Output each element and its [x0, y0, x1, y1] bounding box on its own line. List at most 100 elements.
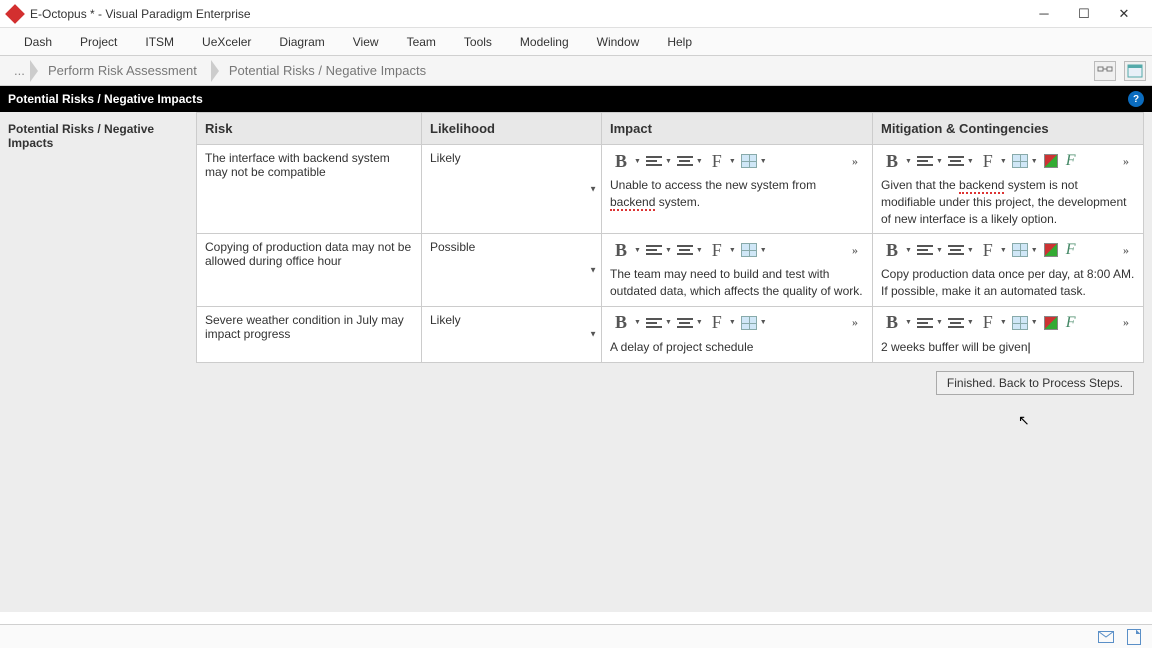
- th-mitigation[interactable]: Mitigation & Contingencies: [873, 113, 1144, 145]
- layout-icon[interactable]: [1124, 61, 1146, 81]
- likelihood-cell[interactable]: Possible▼: [422, 234, 602, 307]
- bold-icon[interactable]: B: [610, 313, 632, 333]
- breadcrumb-item-2[interactable]: Potential Risks / Negative Impacts: [221, 60, 438, 82]
- dropdown-icon[interactable]: ▼: [905, 247, 912, 254]
- align-center-icon[interactable]: [947, 151, 965, 171]
- align-center-icon[interactable]: [676, 151, 694, 171]
- chevron-down-icon[interactable]: ▼: [589, 185, 597, 194]
- mitigation-text[interactable]: Given that the backend system is not mod…: [881, 177, 1135, 227]
- impact-text[interactable]: The team may need to build and test with…: [610, 266, 864, 300]
- risk-cell[interactable]: The interface with backend system may no…: [197, 145, 422, 234]
- dropdown-icon[interactable]: ▼: [1000, 319, 1007, 326]
- align-left-icon[interactable]: [645, 240, 663, 260]
- dropdown-icon[interactable]: ▼: [967, 158, 974, 165]
- align-center-icon[interactable]: [947, 240, 965, 260]
- align-left-icon[interactable]: [645, 313, 663, 333]
- chevron-down-icon[interactable]: ▼: [589, 266, 597, 275]
- help-icon[interactable]: ?: [1128, 91, 1144, 107]
- clear-format-icon[interactable]: F: [1062, 151, 1080, 171]
- dropdown-icon[interactable]: ▼: [936, 158, 943, 165]
- diagram-overview-icon[interactable]: [1094, 61, 1116, 81]
- clear-format-icon[interactable]: F: [1062, 240, 1080, 260]
- menu-dash[interactable]: Dash: [10, 31, 66, 53]
- font-icon[interactable]: F: [978, 313, 998, 333]
- impact-text[interactable]: Unable to access the new system from bac…: [610, 177, 864, 211]
- menu-uexceler[interactable]: UeXceler: [188, 31, 265, 53]
- dropdown-icon[interactable]: ▼: [665, 319, 672, 326]
- mitigation-cell[interactable]: B▼ ▼ ▼ F▼ ▼ F » Given that the backend s…: [873, 145, 1144, 234]
- finished-button[interactable]: Finished. Back to Process Steps.: [936, 371, 1134, 395]
- likelihood-cell[interactable]: Likely▼: [422, 145, 602, 234]
- mitigation-text[interactable]: Copy production data once per day, at 8:…: [881, 266, 1135, 300]
- menu-tools[interactable]: Tools: [450, 31, 506, 53]
- dropdown-icon[interactable]: ▼: [1031, 158, 1038, 165]
- fill-color-icon[interactable]: [1042, 240, 1060, 260]
- window-close-button[interactable]: ✕: [1104, 2, 1144, 26]
- risk-cell[interactable]: Severe weather condition in July may imp…: [197, 306, 422, 362]
- more-icon[interactable]: »: [846, 151, 864, 171]
- dropdown-icon[interactable]: ▼: [936, 247, 943, 254]
- dropdown-icon[interactable]: ▼: [665, 247, 672, 254]
- impact-cell[interactable]: B▼ ▼ ▼ F▼ ▼ » A delay of project schedul…: [602, 306, 873, 362]
- th-impact[interactable]: Impact: [602, 113, 873, 145]
- dropdown-icon[interactable]: ▼: [696, 319, 703, 326]
- window-minimize-button[interactable]: ─: [1024, 2, 1064, 26]
- font-icon[interactable]: F: [707, 240, 727, 260]
- risk-cell[interactable]: Copying of production data may not be al…: [197, 234, 422, 307]
- font-icon[interactable]: F: [707, 151, 727, 171]
- dropdown-icon[interactable]: ▼: [967, 319, 974, 326]
- dropdown-icon[interactable]: ▼: [1031, 319, 1038, 326]
- dropdown-icon[interactable]: ▼: [760, 158, 767, 165]
- menu-project[interactable]: Project: [66, 31, 131, 53]
- dropdown-icon[interactable]: ▼: [696, 247, 703, 254]
- dropdown-icon[interactable]: ▼: [1031, 247, 1038, 254]
- impact-text[interactable]: A delay of project schedule: [610, 339, 864, 356]
- menu-modeling[interactable]: Modeling: [506, 31, 583, 53]
- align-left-icon[interactable]: [916, 240, 934, 260]
- dropdown-icon[interactable]: ▼: [760, 319, 767, 326]
- dropdown-icon[interactable]: ▼: [634, 158, 641, 165]
- font-icon[interactable]: F: [707, 313, 727, 333]
- table-icon[interactable]: [1011, 313, 1029, 333]
- dropdown-icon[interactable]: ▼: [729, 319, 736, 326]
- dropdown-icon[interactable]: ▼: [905, 319, 912, 326]
- dropdown-icon[interactable]: ▼: [665, 158, 672, 165]
- dropdown-icon[interactable]: ▼: [1000, 158, 1007, 165]
- dropdown-icon[interactable]: ▼: [760, 247, 767, 254]
- more-icon[interactable]: »: [1117, 313, 1135, 333]
- dropdown-icon[interactable]: ▼: [696, 158, 703, 165]
- dropdown-icon[interactable]: ▼: [729, 158, 736, 165]
- fill-color-icon[interactable]: [1042, 151, 1060, 171]
- dropdown-icon[interactable]: ▼: [967, 247, 974, 254]
- chevron-down-icon[interactable]: ▼: [589, 330, 597, 339]
- table-icon[interactable]: [1011, 151, 1029, 171]
- menu-help[interactable]: Help: [653, 31, 706, 53]
- dropdown-icon[interactable]: ▼: [936, 319, 943, 326]
- more-icon[interactable]: »: [1117, 151, 1135, 171]
- clear-format-icon[interactable]: F: [1062, 313, 1080, 333]
- menu-itsm[interactable]: ITSM: [131, 31, 188, 53]
- align-left-icon[interactable]: [916, 151, 934, 171]
- bold-icon[interactable]: B: [610, 240, 632, 260]
- font-icon[interactable]: F: [978, 151, 998, 171]
- table-icon[interactable]: [740, 313, 758, 333]
- more-icon[interactable]: »: [1117, 240, 1135, 260]
- bold-icon[interactable]: B: [881, 313, 903, 333]
- mitigation-text[interactable]: 2 weeks buffer will be given: [881, 339, 1135, 356]
- impact-cell[interactable]: B▼ ▼ ▼ F▼ ▼ » Unable to access the new s…: [602, 145, 873, 234]
- menu-view[interactable]: View: [339, 31, 393, 53]
- bold-icon[interactable]: B: [610, 151, 632, 171]
- likelihood-cell[interactable]: Likely▼: [422, 306, 602, 362]
- dropdown-icon[interactable]: ▼: [634, 247, 641, 254]
- impact-cell[interactable]: B▼ ▼ ▼ F▼ ▼ » The team may need to build…: [602, 234, 873, 307]
- align-center-icon[interactable]: [676, 240, 694, 260]
- dropdown-icon[interactable]: ▼: [905, 158, 912, 165]
- table-icon[interactable]: [740, 151, 758, 171]
- dropdown-icon[interactable]: ▼: [1000, 247, 1007, 254]
- breadcrumb-home[interactable]: ...: [6, 60, 28, 82]
- align-left-icon[interactable]: [916, 313, 934, 333]
- table-icon[interactable]: [740, 240, 758, 260]
- note-icon[interactable]: [1126, 629, 1142, 645]
- fill-color-icon[interactable]: [1042, 313, 1060, 333]
- breadcrumb-item-1[interactable]: Perform Risk Assessment: [40, 60, 209, 82]
